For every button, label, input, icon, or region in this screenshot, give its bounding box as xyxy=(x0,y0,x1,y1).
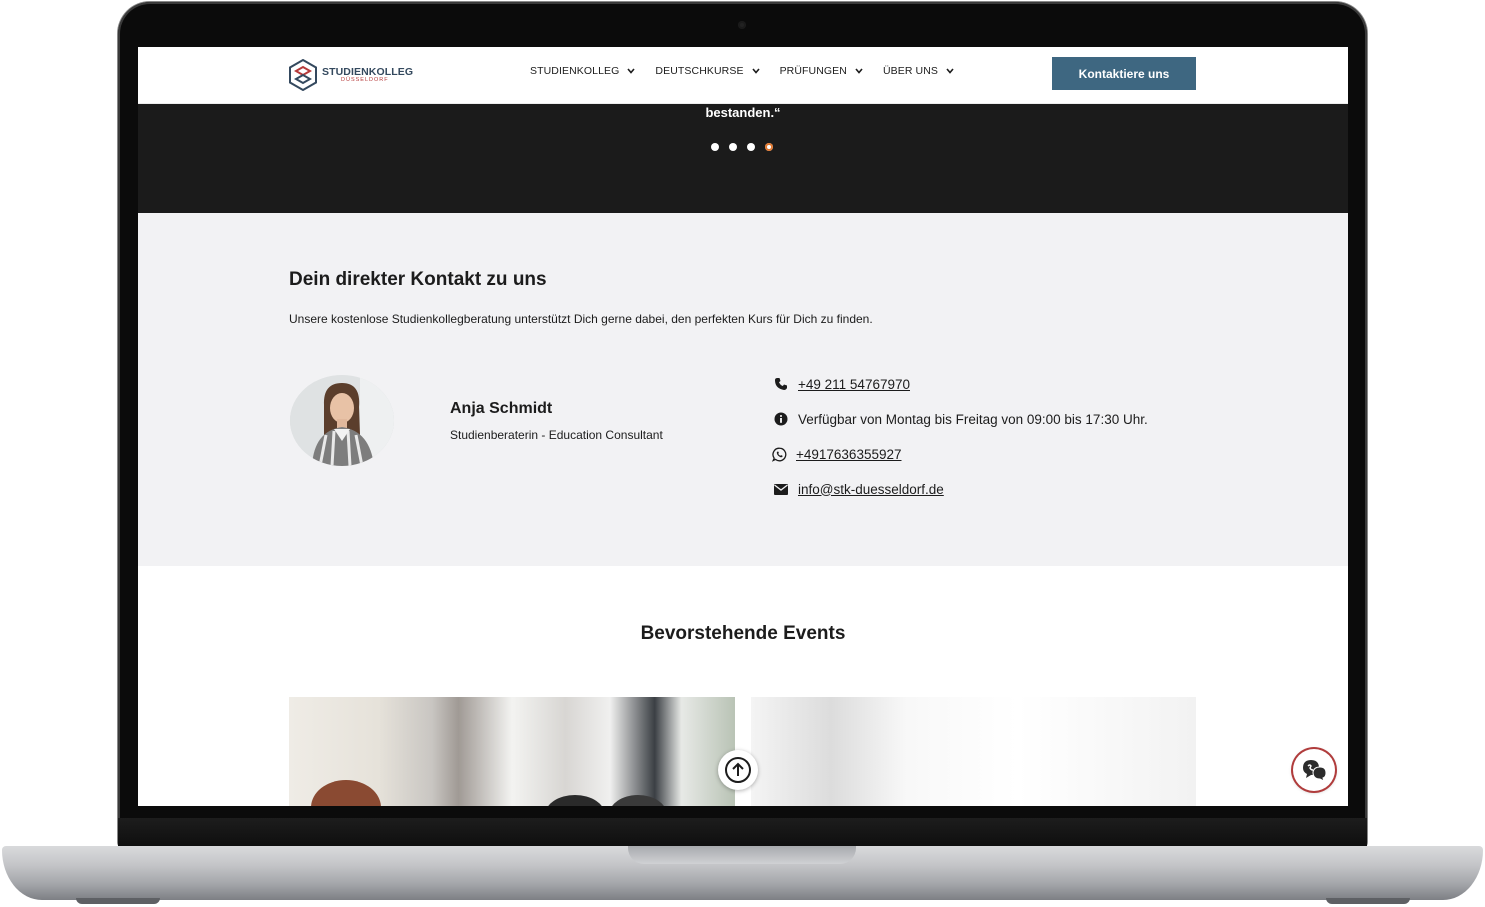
scroll-to-top-button[interactable] xyxy=(718,750,758,790)
laptop-hinge xyxy=(118,818,1367,848)
logo-subtitle: DÜSSELDORF xyxy=(341,77,389,83)
chevron-down-icon xyxy=(855,68,863,74)
whatsapp-row: +4917636355927 xyxy=(771,446,902,462)
testimonial-quote: bestanden.“ xyxy=(705,105,781,120)
consultant-name: Anja Schmidt xyxy=(450,400,553,417)
nav-label: STUDIENKOLLEG xyxy=(530,65,620,77)
nav-item-deutschkurse[interactable]: DEUTSCHKURSE xyxy=(655,65,760,77)
logo-title: STUDIENKOLLEG xyxy=(322,65,414,78)
whatsapp-link[interactable]: +4917636355927 xyxy=(796,447,902,462)
contact-section: Dein direkter Kontakt zu uns Unsere kost… xyxy=(138,213,1348,566)
availability-text: Verfügbar von Montag bis Freitag von 09:… xyxy=(798,411,1148,427)
nav-label: ÜBER UNS xyxy=(882,65,939,77)
phone-row: +49 211 54767970 xyxy=(773,376,910,392)
contact-intro: Unsere kostenlose Studienkollegberatung … xyxy=(289,312,873,326)
site-logo[interactable]: STUDIENKOLLEG DÜSSELDORF xyxy=(288,59,413,91)
nav-item-ueber-uns[interactable]: ÜBER UNS xyxy=(883,65,954,77)
testimonial-band: bestanden.“ xyxy=(138,103,1348,213)
mail-icon xyxy=(773,481,789,497)
contact-us-button[interactable]: Kontaktiere uns xyxy=(1052,57,1196,90)
avatar xyxy=(290,375,394,466)
website-screen: STUDIENKOLLEG DÜSSELDORF STUDIENKOLLEG D… xyxy=(138,47,1348,806)
nav-label: PRÜFUNGEN xyxy=(779,65,847,77)
slider-dot[interactable] xyxy=(711,143,719,151)
nav-item-studienkolleg[interactable]: STUDIENKOLLEG xyxy=(530,65,636,77)
slider-dot[interactable] xyxy=(747,143,755,151)
chat-icon xyxy=(1303,760,1327,782)
consultant-role: Studienberaterin - Education Consultant xyxy=(450,428,663,442)
hours-row: Verfügbar von Montag bis Freitag von 09:… xyxy=(773,411,1148,427)
nav-item-pruefungen[interactable]: PRÜFUNGEN xyxy=(780,65,863,77)
logo-mark-icon xyxy=(289,59,317,91)
event-card-image[interactable] xyxy=(751,697,1196,806)
info-icon xyxy=(773,411,789,427)
slider-dots xyxy=(711,143,783,151)
arrow-up-icon xyxy=(725,757,751,783)
slider-dot-active[interactable] xyxy=(765,143,773,151)
nav-label: DEUTSCHKURSE xyxy=(655,65,744,77)
event-photo-person xyxy=(545,795,605,806)
site-header: STUDIENKOLLEG DÜSSELDORF STUDIENKOLLEG D… xyxy=(138,47,1348,104)
event-photo-person xyxy=(311,780,381,806)
chevron-down-icon xyxy=(627,68,636,74)
chat-widget-button[interactable] xyxy=(1293,749,1335,791)
events-title: Bevorstehende Events xyxy=(640,623,846,644)
phone-link[interactable]: +49 211 54767970 xyxy=(798,377,910,392)
phone-icon xyxy=(773,376,789,392)
whatsapp-icon xyxy=(771,446,787,462)
laptop-foot-left xyxy=(76,898,160,904)
slider-dot[interactable] xyxy=(729,143,737,151)
contact-title: Dein direkter Kontakt zu uns xyxy=(289,269,547,290)
chevron-down-icon xyxy=(946,68,954,74)
camera xyxy=(738,21,746,29)
main-nav: STUDIENKOLLEG DEUTSCHKURSE PRÜFUNGEN ÜBE… xyxy=(530,65,974,77)
laptop-notch xyxy=(628,846,856,864)
email-row: info@stk-duesseldorf.de xyxy=(773,481,944,497)
laptop-foot-right xyxy=(1326,898,1410,904)
event-card-image[interactable] xyxy=(289,697,735,806)
email-link[interactable]: info@stk-duesseldorf.de xyxy=(798,482,944,497)
chevron-down-icon xyxy=(751,68,760,74)
consultant-photo xyxy=(290,375,394,466)
event-photo-person xyxy=(609,795,667,806)
